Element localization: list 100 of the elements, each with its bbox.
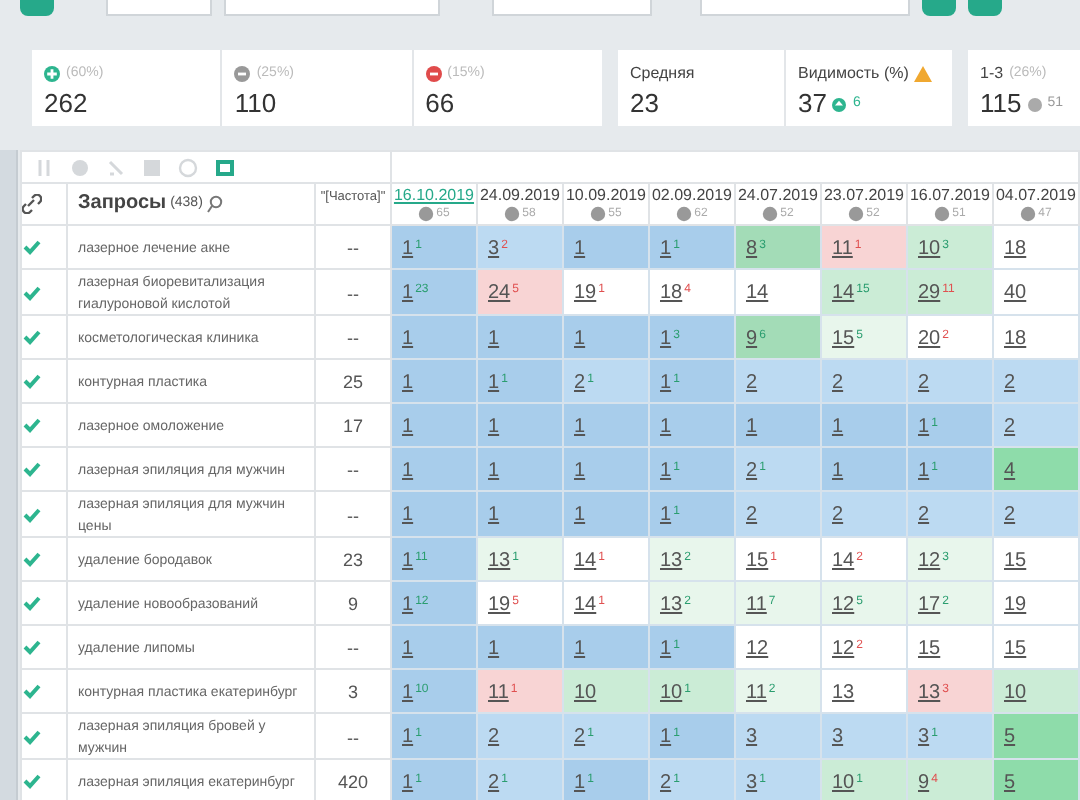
position-cell: 15: [993, 625, 1079, 669]
position-cell: 40: [993, 269, 1079, 315]
position-cell: 2: [993, 403, 1079, 447]
excel-icon: [214, 157, 236, 177]
visibility-value: 37: [798, 90, 827, 118]
check-icon: [22, 328, 42, 346]
top3-value: 115: [980, 90, 1022, 118]
search-icon: [206, 194, 225, 214]
position-cell: 2: [821, 491, 907, 537]
position-cell: 3: [735, 713, 821, 759]
position-cell: 1: [391, 403, 477, 447]
warning-icon: [914, 66, 933, 82]
check-icon: [22, 372, 42, 390]
circle-icon: [934, 206, 951, 222]
column-header: Запросы: [78, 194, 167, 214]
position-cell: 1: [477, 315, 563, 359]
visibility-label: Видимость (%): [798, 64, 909, 84]
position-cell: 19: [993, 581, 1079, 625]
position-cell: 12: [735, 625, 821, 669]
circle-icon: [418, 206, 435, 222]
check-icon: [22, 550, 42, 568]
date-header[interactable]: 23.07.2019: [822, 186, 906, 206]
position-cell: 1: [563, 403, 649, 447]
position-cell: 1: [649, 403, 735, 447]
circle-icon: [590, 206, 607, 222]
position-cell: 1: [821, 447, 907, 491]
plus-icon: [44, 66, 60, 82]
frequency-value: 17: [342, 416, 363, 436]
check-icon: [22, 594, 42, 612]
up-arrow-icon: [832, 97, 847, 111]
position-cell: 1: [391, 625, 477, 669]
position-cell: 2: [993, 491, 1079, 537]
frequency-value: --: [347, 328, 359, 348]
position-cell: 1: [391, 315, 477, 359]
frequency-value: 3: [347, 682, 358, 702]
date-header[interactable]: 16.07.2019: [908, 186, 992, 206]
position-cell: 1: [477, 403, 563, 447]
position-cell: 14: [735, 269, 821, 315]
position-cell: 18: [993, 315, 1079, 359]
position-cell: 5: [993, 713, 1079, 759]
position-cell: 2: [907, 359, 993, 403]
frequency-value: 420: [337, 772, 369, 792]
position-cell: 1: [477, 447, 563, 491]
date-header[interactable]: 10.09.2019: [564, 186, 648, 206]
circle-icon: [762, 206, 779, 222]
position-cell: 1: [477, 491, 563, 537]
check-icon: [22, 772, 42, 790]
position-cell: 1: [477, 625, 563, 669]
position-cell: 1: [821, 403, 907, 447]
grid-icon: [142, 157, 162, 177]
check-icon: [22, 638, 42, 656]
position-cell: 1: [391, 491, 477, 537]
check-icon: [22, 460, 42, 478]
position-cell: 1: [391, 447, 477, 491]
date-header[interactable]: 24.09.2019: [478, 186, 562, 206]
frequency-value: 23: [342, 550, 363, 570]
position-cell: 1: [563, 225, 649, 269]
check-icon: [22, 416, 42, 434]
position-cell: 2: [735, 359, 821, 403]
check-icon: [22, 505, 42, 523]
position-cell: 5: [993, 759, 1079, 800]
check-icon: [22, 238, 42, 256]
position-cell: 1: [563, 315, 649, 359]
average-label: Средняя: [630, 64, 697, 84]
frequency-value: --: [347, 238, 359, 258]
date-header[interactable]: 24.07.2019: [736, 186, 820, 206]
date-header[interactable]: 04.07.2019: [994, 186, 1078, 206]
position-cell: 1: [563, 491, 649, 537]
frequency-value: 9: [347, 594, 358, 614]
position-cell: 18: [993, 225, 1079, 269]
circle-icon: [848, 206, 865, 222]
position-cell: 2: [821, 359, 907, 403]
position-cell: 1: [563, 625, 649, 669]
circle-icon: [504, 206, 521, 222]
check-icon: [22, 727, 42, 745]
position-cell: 1: [735, 403, 821, 447]
position-cell: 4: [993, 447, 1079, 491]
stat-value: 262: [44, 90, 90, 118]
stat-value: 110: [234, 90, 279, 118]
neutral-icon: [1027, 97, 1042, 111]
average-value: 23: [630, 90, 661, 118]
position-cell: 1: [391, 359, 477, 403]
circle-icon: [1020, 206, 1037, 222]
position-cell: 15: [993, 537, 1079, 581]
stat-value: 66: [425, 90, 457, 118]
frequency-value: --: [347, 283, 359, 303]
position-cell: 13: [821, 669, 907, 713]
position-cell: 15: [907, 625, 993, 669]
position-cell: 3: [821, 713, 907, 759]
position-cell: 2: [735, 491, 821, 537]
neutral-icon: [234, 66, 251, 82]
date-header[interactable]: 02.09.2019: [650, 186, 734, 206]
circle-icon: [70, 157, 90, 177]
check-icon: [22, 283, 42, 301]
position-cell: 2: [477, 713, 563, 759]
frequency-value: --: [347, 505, 359, 525]
sort-icon: [34, 157, 54, 177]
check-icon: [22, 682, 42, 700]
circle-icon: [676, 206, 693, 222]
position-cell: 2: [993, 359, 1079, 403]
